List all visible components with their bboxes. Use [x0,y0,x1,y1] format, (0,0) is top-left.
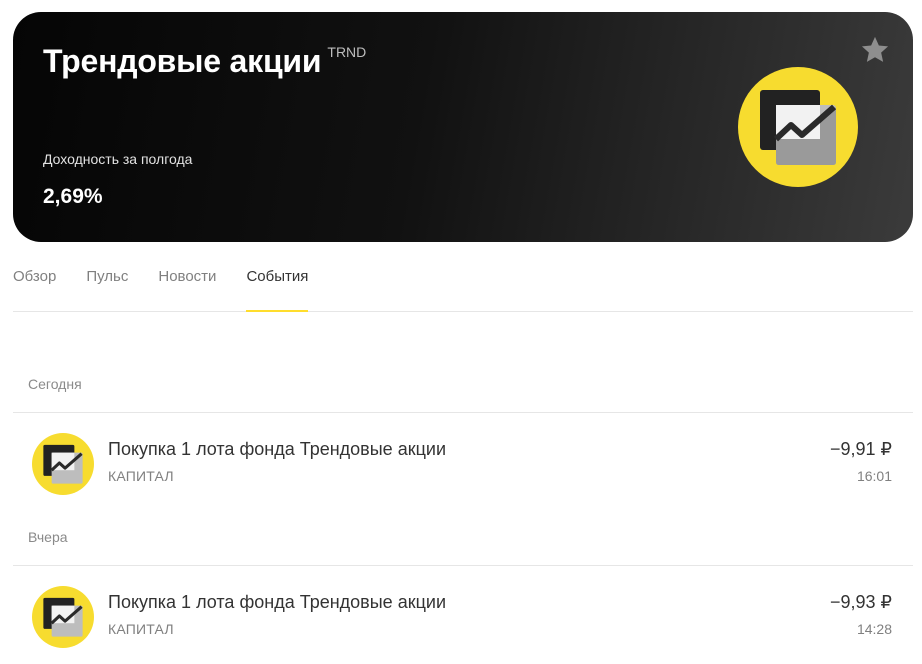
event-time: 16:01 [856,468,892,484]
event-account: КАПИТАЛ [108,621,174,637]
divider [13,412,913,413]
fund-logo-icon [738,67,858,187]
event-amount: −9,93 ₽ [830,592,892,612]
day-label-today: Сегодня [28,376,82,392]
star-icon[interactable] [859,34,891,66]
yield-label: Доходность за полгода [43,151,193,167]
event-time: 14:28 [856,621,892,637]
fund-title: Трендовые акции [43,43,322,79]
fund-ticker: TRND [327,44,367,60]
divider [13,565,913,566]
event-row[interactable]: Покупка 1 лота фонда Трендовые акции КАП… [13,425,913,505]
fund-title-row: Трендовые акции TRND [43,42,366,80]
day-label-yesterday: Вчера [28,529,68,545]
tab-news[interactable]: Новости [158,256,216,311]
fund-logo-icon [32,586,94,648]
yield-value: 2,69% [43,185,103,208]
tab-bar: Обзор Пульс Новости События [13,256,913,312]
page: Трендовые акции TRND Доходность за полго… [0,0,922,664]
tab-events[interactable]: События [246,256,308,312]
event-amount: −9,91 ₽ [830,439,892,459]
event-row[interactable]: Покупка 1 лота фонда Трендовые акции КАП… [13,578,913,658]
tab-overview[interactable]: Обзор [13,256,56,311]
fund-header-card: Трендовые акции TRND Доходность за полго… [13,12,913,242]
event-account: КАПИТАЛ [108,468,174,484]
fund-logo-icon [32,433,94,495]
tab-pulse[interactable]: Пульс [86,256,128,311]
event-title: Покупка 1 лота фонда Трендовые акции [108,592,446,612]
event-title: Покупка 1 лота фонда Трендовые акции [108,439,446,459]
